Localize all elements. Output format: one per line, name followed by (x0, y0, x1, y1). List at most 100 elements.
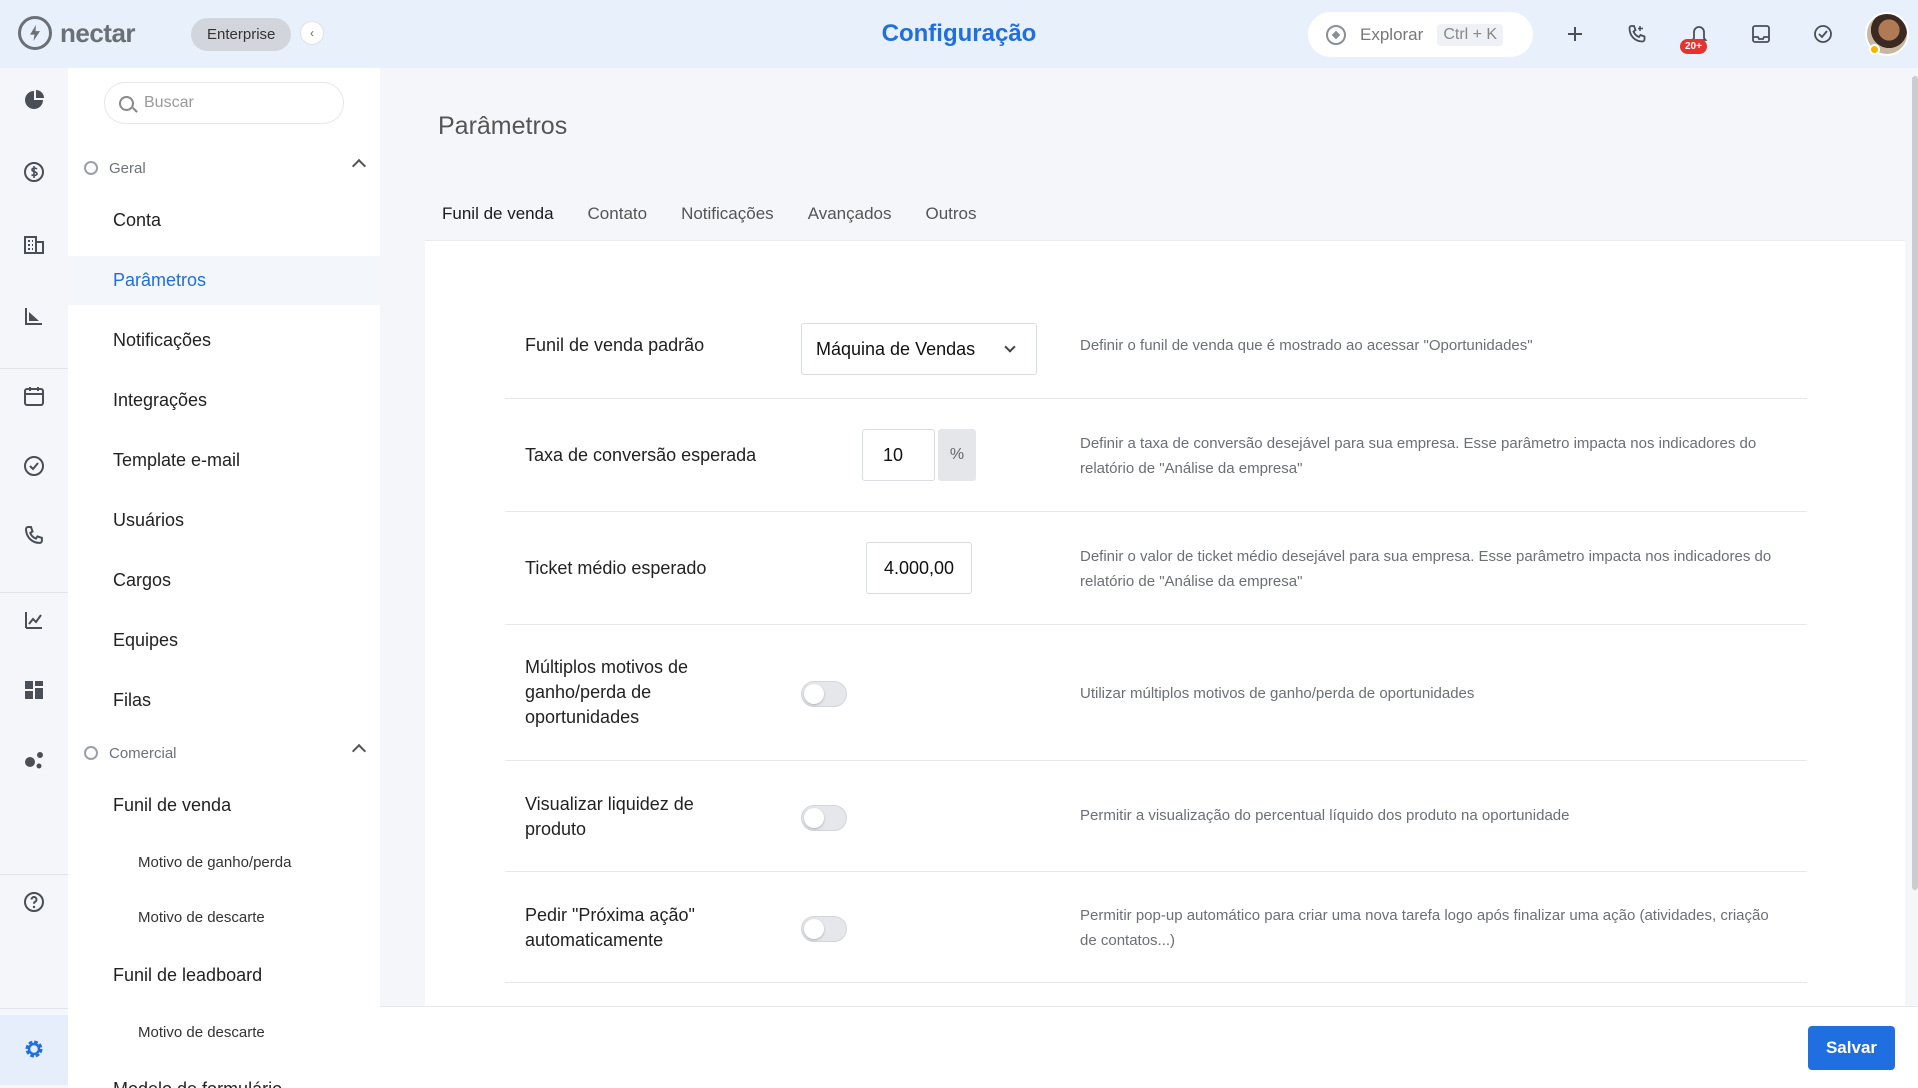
page-title: Parâmetros (438, 112, 568, 140)
explore-shortcut: Ctrl + K (1437, 23, 1504, 46)
inbox-icon[interactable] (1747, 20, 1775, 48)
notification-badge: 20+ (1680, 39, 1707, 54)
section-label: Comercial (109, 744, 177, 762)
dashboard-icon[interactable] (22, 88, 46, 112)
param-label: Ticket médio esperado (525, 558, 707, 578)
tab-outros[interactable]: Outros (909, 196, 994, 240)
calendar-icon[interactable] (22, 384, 46, 408)
product-liquidity-toggle[interactable] (801, 805, 847, 831)
param-description: Permitir a visualização do percentual lí… (1080, 807, 1570, 824)
sidebar-item-notificacoes[interactable]: Notificações (68, 316, 380, 365)
sidebar-item-usuarios[interactable]: Usuários (68, 496, 380, 545)
share-icon[interactable] (22, 748, 46, 772)
param-row-taxa-conversao: Taxa de conversão esperada 10 % Definir … (505, 399, 1807, 512)
param-row-liquidez: Visualizar liquidez de produto Permitir … (505, 761, 1807, 872)
settings-icon[interactable] (22, 1037, 46, 1061)
sidebar-subitem-motivo-ganho-perda[interactable]: Motivo de ganho/perda (68, 840, 380, 884)
param-description: Definir o valor de ticket médio desejáve… (1080, 548, 1772, 590)
next-action-toggle[interactable] (801, 916, 847, 942)
tab-funil-de-venda[interactable]: Funil de venda (425, 196, 571, 243)
param-label: Visualizar liquidez de produto (525, 794, 694, 839)
gear-small-icon (84, 161, 98, 175)
rail-divider (0, 368, 68, 369)
phone-icon[interactable] (22, 524, 46, 548)
parameters-card: Funil de venda padrão Máquina de Vendas … (425, 240, 1905, 1040)
section-geral[interactable]: Geral (84, 153, 367, 183)
chevron-down-icon (1004, 341, 1016, 353)
rail-divider (0, 1008, 68, 1009)
param-description: Permitir pop-up automático para criar um… (1080, 907, 1769, 949)
plan-badge: Enterprise (191, 18, 292, 51)
tab-avancados[interactable]: Avançados (791, 196, 909, 240)
param-description: Definir a taxa de conversão desejável pa… (1080, 435, 1757, 477)
chevron-up-icon[interactable] (351, 743, 367, 759)
tasks-check-icon[interactable] (1809, 20, 1837, 48)
param-label: Taxa de conversão esperada (525, 445, 757, 465)
sidebar-item-conta[interactable]: Conta (68, 196, 380, 245)
chevron-up-icon[interactable] (351, 158, 367, 174)
settings-sidebar: Geral Conta Parâmetros Notificações Inte… (68, 68, 380, 1088)
param-label: Múltiplos motivos de ganho/perda de opor… (525, 657, 689, 727)
check-icon[interactable] (22, 454, 46, 478)
percent-addon: % (938, 429, 976, 481)
save-button[interactable]: Salvar (1808, 1026, 1895, 1070)
tab-bar: Funil de venda Contato Notificações Avan… (425, 196, 994, 243)
section-comercial[interactable]: Comercial (84, 738, 367, 768)
nectar-logo-icon (18, 16, 52, 50)
add-icon[interactable] (1561, 20, 1589, 48)
sidebar-item-integracoes[interactable]: Integrações (68, 376, 380, 425)
param-row-funil-padrao: Funil de venda padrão Máquina de Vendas … (505, 291, 1807, 399)
multiple-reasons-toggle[interactable] (801, 681, 847, 707)
page-header-title: Configuração (881, 20, 1037, 47)
sidebar-item-funil-de-venda[interactable]: Funil de venda (68, 781, 380, 830)
help-icon[interactable] (22, 890, 46, 914)
left-rail (0, 68, 68, 1088)
param-row-multiplos-motivos: Múltiplos motivos de ganho/perda de opor… (505, 625, 1807, 761)
stats-icon[interactable] (22, 608, 46, 632)
conversion-rate-input[interactable]: 10 (862, 429, 935, 481)
page-scrollbar[interactable] (1912, 76, 1918, 890)
rail-divider (0, 874, 68, 875)
param-row-ticket-medio: Ticket médio esperado 4.000,00 Definir o… (505, 512, 1807, 625)
action-footer (380, 1006, 1918, 1088)
funnel-select[interactable]: Máquina de Vendas (801, 323, 1037, 375)
param-description: Definir o funil de venda que é mostrado … (1080, 337, 1533, 354)
user-status-indicator (1869, 44, 1880, 55)
sidebar-item-modelo-formulario[interactable]: Modelo de formulário (68, 1065, 380, 1088)
sidebar-subitem-motivo-descarte-leadboard[interactable]: Motivo de descarte (68, 1010, 380, 1054)
money-icon[interactable] (22, 160, 46, 184)
tab-notificacoes[interactable]: Notificações (664, 196, 791, 240)
sidebar-item-funil-de-leadboard[interactable]: Funil de leadboard (68, 951, 380, 1000)
param-row-proxima-acao: Pedir "Próxima ação" automaticamente Per… (505, 872, 1807, 983)
chart-icon[interactable] (22, 304, 46, 328)
ticket-average-input[interactable]: 4.000,00 (866, 542, 972, 594)
sidebar-item-cargos[interactable]: Cargos (68, 556, 380, 605)
param-label: Pedir "Próxima ação" automaticamente (525, 905, 695, 950)
main-content: Parâmetros Funil de venda Contato Notifi… (380, 68, 1918, 1088)
explore-label: Explorar (1360, 24, 1424, 44)
sidebar-search[interactable] (104, 82, 344, 124)
brand-name: nectar (60, 17, 136, 48)
widgets-icon[interactable] (22, 678, 46, 702)
top-bar: nectar Enterprise Configuração Explorar … (0, 0, 1918, 68)
sidebar-item-equipes[interactable]: Equipes (68, 616, 380, 665)
rail-divider (0, 592, 68, 593)
sidebar-item-parametros[interactable]: Parâmetros (68, 256, 380, 305)
brand-logo[interactable]: nectar (18, 16, 136, 50)
collapse-sidebar-button[interactable]: ‹ (300, 21, 324, 45)
funnel-select-value: Máquina de Vendas (816, 338, 976, 359)
sidebar-subitem-motivo-descarte[interactable]: Motivo de descarte (68, 895, 380, 939)
sidebar-item-template-email[interactable]: Template e-mail (68, 436, 380, 485)
phone-call-icon[interactable] (1623, 20, 1651, 48)
explore-search[interactable]: Explorar Ctrl + K (1308, 12, 1533, 57)
search-input[interactable] (144, 94, 314, 112)
sidebar-item-filas[interactable]: Filas (68, 676, 380, 725)
search-icon (119, 95, 134, 111)
money-small-icon (84, 746, 98, 760)
param-label: Funil de venda padrão (525, 335, 705, 355)
building-icon[interactable] (22, 232, 46, 256)
compass-icon (1326, 24, 1346, 45)
param-description: Utilizar múltiplos motivos de ganho/perd… (1080, 685, 1475, 702)
section-label: Geral (109, 159, 146, 177)
tab-contato[interactable]: Contato (571, 196, 665, 240)
